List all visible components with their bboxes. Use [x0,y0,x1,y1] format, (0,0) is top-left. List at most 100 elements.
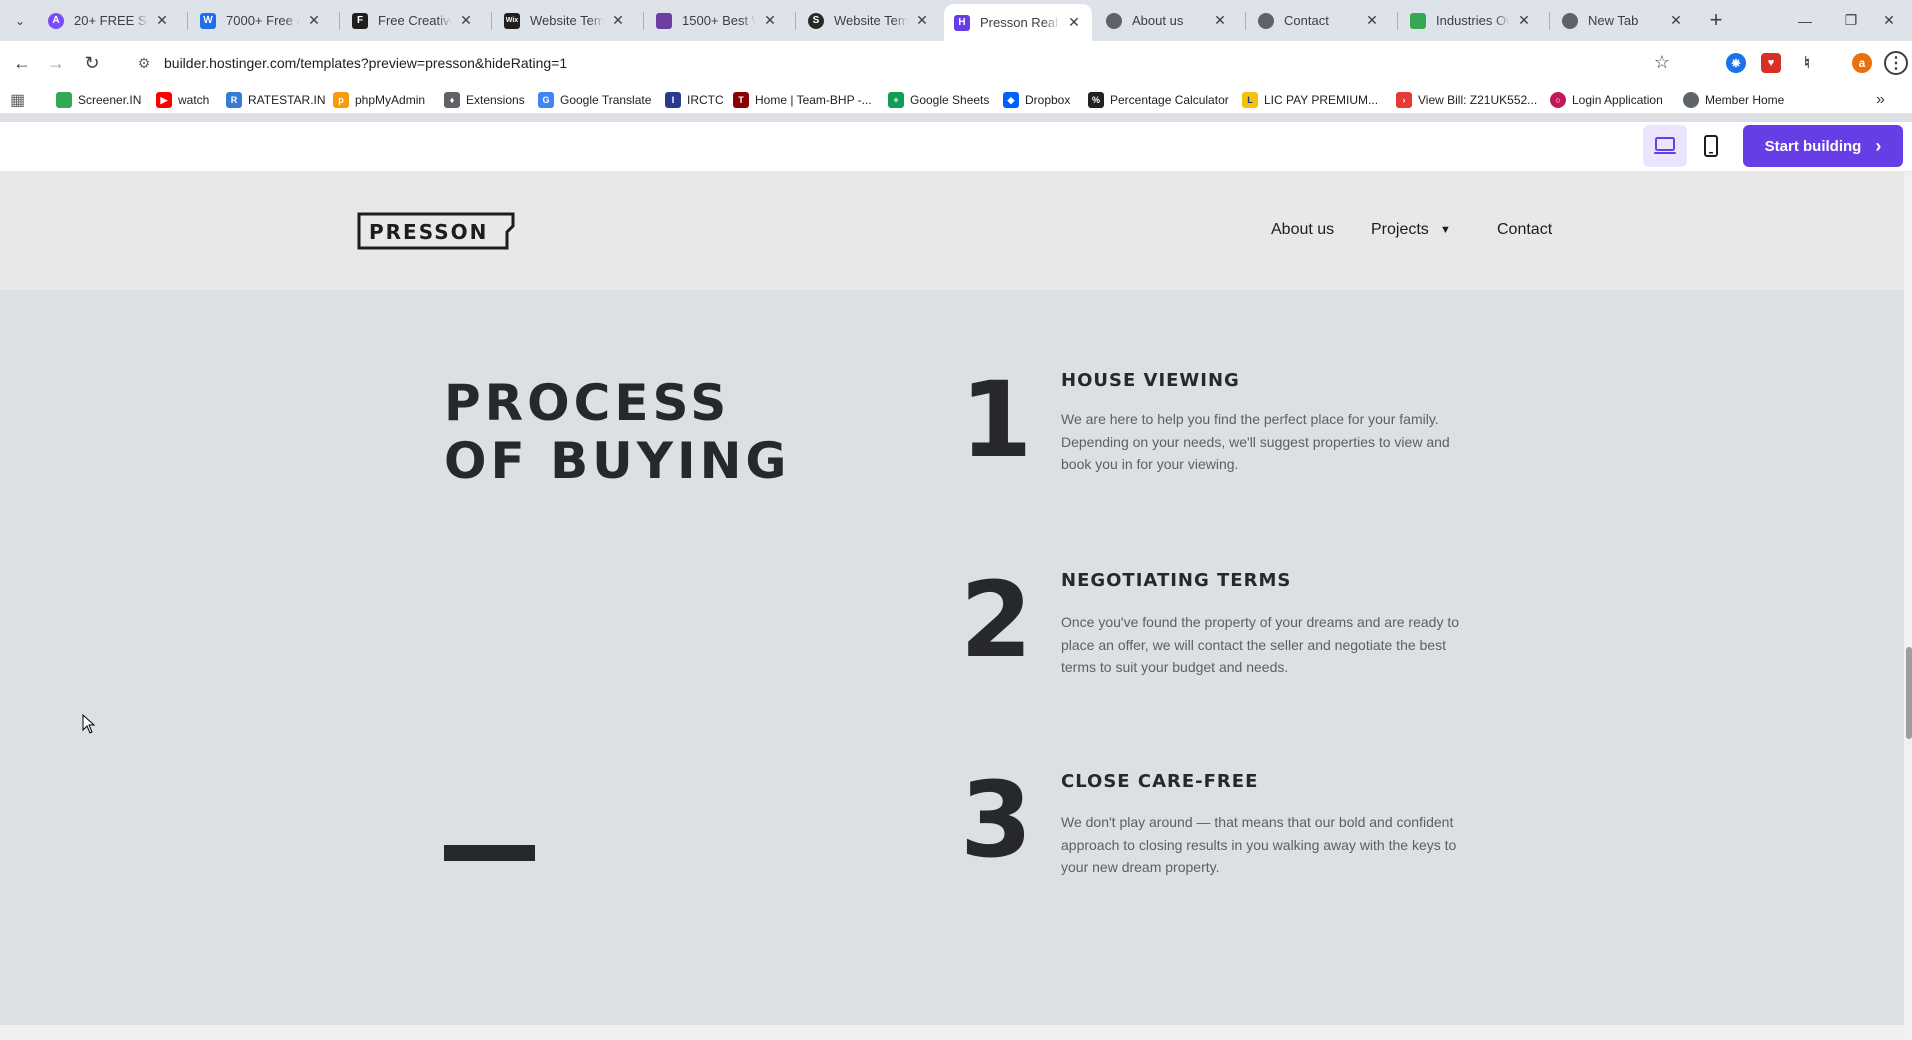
scrollbar-thumb[interactable] [1906,647,1912,739]
caret-down-icon[interactable]: ▼ [1440,224,1451,236]
forward-arrow-icon[interactable]: → [42,49,70,77]
logo-text: PRESSON [369,220,488,244]
close-icon[interactable]: ✕ [762,12,778,29]
teambhp-icon: T [733,92,749,108]
bookmark-item[interactable]: › View Bill: Z21UK552... [1396,89,1537,111]
tab[interactable]: Industries Over ✕ [1400,4,1542,37]
tab-separator [643,12,644,30]
extension-shield-icon[interactable]: ♥ [1761,53,1781,73]
bookmark-item[interactable]: T Home | Team-BHP -... [733,89,872,111]
step-title: CLOSE CARE-FREE [1061,771,1259,792]
close-icon[interactable]: ✕ [1066,14,1082,31]
tab[interactable]: A 20+ FREE Servi ✕ [38,4,180,37]
minimize-icon[interactable]: — [1782,0,1828,41]
globe-icon [1683,92,1699,108]
tab-separator [1397,12,1398,30]
blue-w-icon: W [200,12,216,29]
apps-grid-icon[interactable]: ▦ [10,89,25,111]
page-scrollbar[interactable] [1904,172,1912,1040]
url-text[interactable]: builder.hostinger.com/templates?preview=… [164,55,567,71]
close-icon[interactable]: ✕ [914,12,930,29]
section-heading: PROCESS OF BUYING [444,374,790,490]
site-info-icon[interactable]: ⚙ [132,51,156,75]
bookmark-item[interactable]: ◆ Dropbox [1003,89,1070,111]
bill-icon: › [1396,92,1412,108]
hostinger-icon: H [954,14,970,31]
start-building-button[interactable]: Start building › [1743,125,1903,167]
reload-icon[interactable]: ↻ [78,49,106,77]
tab-separator [491,12,492,30]
bookmark-item[interactable]: Member Home [1683,89,1784,111]
close-icon[interactable]: ✕ [1364,12,1380,29]
tab[interactable]: Contact ✕ [1248,4,1390,37]
bookmark-item[interactable]: ♦ Extensions [444,89,525,111]
site-header: PRESSON About us Projects ▼ Contact [0,172,1904,290]
back-arrow-icon[interactable]: ← [8,49,36,77]
lic-icon: L [1242,92,1258,108]
chevron-right-icon: › [1875,135,1882,156]
tab[interactable]: New Tab ✕ [1552,4,1694,37]
profile-avatar[interactable]: a [1852,53,1872,73]
tab-search-chevron-icon[interactable]: ⌄ [8,9,32,33]
window-close-icon[interactable]: ✕ [1866,0,1912,41]
login-icon: ○ [1550,92,1566,108]
tab[interactable]: Wix Website Templ ✕ [494,4,636,37]
tab-separator [187,12,188,30]
bookmark-item[interactable]: G Google Translate [538,89,651,111]
nav-about-us[interactable]: About us [1271,221,1334,239]
mobile-preview-button[interactable] [1689,125,1733,167]
browser-toolbar: ← → ↻ ⚙ builder.hostinger.com/templates?… [0,41,1912,86]
nav-contact[interactable]: Contact [1497,221,1552,239]
translate-icon: G [538,92,554,108]
presson-logo[interactable]: PRESSON [357,212,515,250]
decorative-dash [444,845,535,861]
bookmark-item[interactable]: ▶ watch [156,89,209,111]
desktop-preview-button[interactable] [1643,125,1687,167]
tab-separator [795,12,796,30]
close-icon[interactable]: ✕ [306,12,322,29]
bookmark-item[interactable]: + Google Sheets [888,89,989,111]
close-icon[interactable]: ✕ [610,12,626,29]
wix-icon: Wix [504,12,520,29]
dropbox-icon: ◆ [1003,92,1019,108]
bookmark-item[interactable]: % Percentage Calculator [1088,89,1229,111]
extension-globe-icon[interactable]: ❋ [1726,53,1746,73]
new-tab-plus-icon[interactable]: + [1703,8,1729,34]
tab-active[interactable]: H Presson Real Es ✕ [944,4,1092,41]
menu-kebab-icon[interactable]: ⋮ [1884,51,1908,75]
close-icon[interactable]: ✕ [154,12,170,29]
tab-separator [339,12,340,30]
heading-line: OF BUYING [444,432,791,490]
chrome-icon [1562,12,1578,29]
close-icon[interactable]: ✕ [1212,12,1228,29]
bookmark-item[interactable]: ○ Login Application [1550,89,1663,111]
step-number: 3 [960,759,1033,881]
bookmark-item[interactable]: p phpMyAdmin [333,89,425,111]
globe-icon [1106,12,1122,29]
process-section: PROCESS OF BUYING 1 HOUSE VIEWING We are… [0,290,1904,1025]
tab[interactable]: About us ✕ [1096,4,1238,37]
laptop-icon [1654,137,1676,154]
close-icon[interactable]: ✕ [458,12,474,29]
bookmark-item[interactable]: R RATESTAR.IN [226,89,326,111]
tab[interactable]: 1500+ Best We ✕ [646,4,788,37]
tab[interactable]: S Website Templ ✕ [798,4,940,37]
youtube-icon: ▶ [156,92,172,108]
squarespace-icon: S [808,12,824,29]
bookmarks-bar: ▦ Screener.IN ▶ watch R RATESTAR.IN p phpMy… [0,86,1912,114]
close-icon[interactable]: ✕ [1668,12,1684,29]
bookmark-star-icon[interactable]: ☆ [1654,52,1670,73]
nav-projects[interactable]: Projects [1371,221,1429,239]
close-icon[interactable]: ✕ [1516,12,1532,29]
globe-icon [1258,12,1274,29]
tab[interactable]: F Free Creative W ✕ [342,4,484,37]
bookmark-item[interactable]: L LIC PAY PREMIUM... [1242,89,1378,111]
start-building-label: Start building [1764,137,1862,155]
phone-icon [1704,135,1718,157]
bookmark-item[interactable]: Screener.IN [56,89,141,111]
address-bar[interactable]: ⚙ builder.hostinger.com/templates?previe… [120,46,1684,80]
bookmark-item[interactable]: I IRCTC [665,89,724,111]
more-bookmarks-chevron-icon[interactable]: » [1876,89,1885,111]
tab[interactable]: W 7000+ Free & I ✕ [190,4,332,37]
extensions-puzzle-icon[interactable]: ♮ [1797,53,1817,73]
